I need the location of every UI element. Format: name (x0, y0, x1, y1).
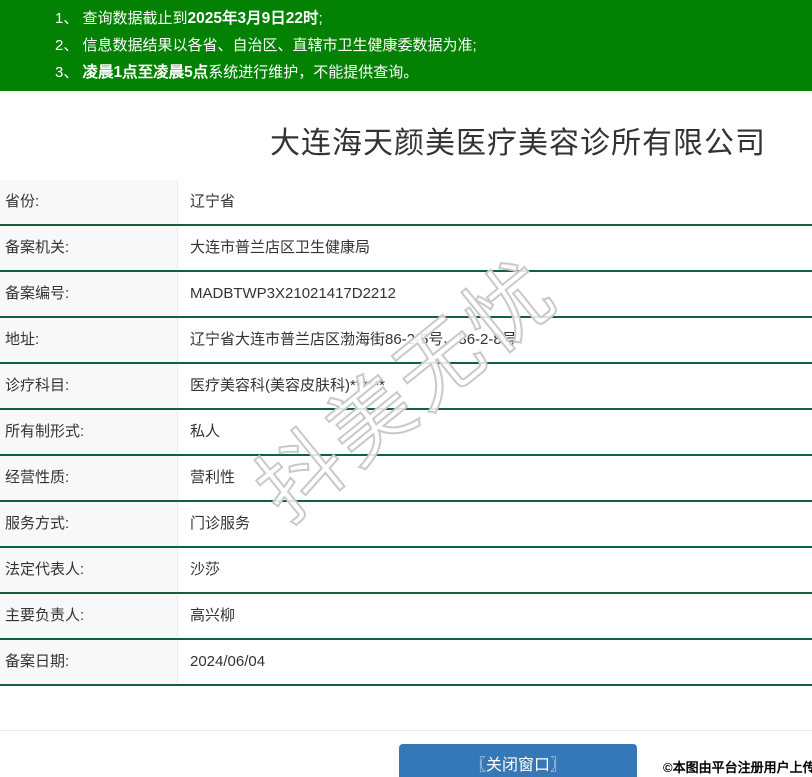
page: 1、 查询数据截止到2025年3月9日22时; 2、 信息数据结果以各省、自治区… (0, 0, 812, 777)
row-value: 医疗美容科(美容皮肤科)****** (190, 377, 386, 394)
page-title: 大连海天颜美医疗美容诊所有限公司 (270, 127, 766, 160)
footer-divider (0, 730, 812, 731)
row-value: MADBTWP3X21021417D2212 (190, 285, 396, 302)
notice-text-bold: 2025年3月9日22时 (187, 10, 319, 27)
content-container: 1、 查询数据截止到2025年3月9日22时; 2、 信息数据结果以各省、自治区… (0, 0, 812, 777)
table-row: 法定代表人: 沙莎 (0, 548, 812, 594)
row-value: 沙莎 (190, 561, 221, 578)
notice-line-3: 3、 凌晨1点至凌晨5点系统进行维护，不能提供查询。 (0, 59, 812, 86)
table-row: 经营性质: 营利性 (0, 456, 812, 502)
table-row: 主要负责人: 高兴柳 (0, 594, 812, 640)
table-row: 所有制形式: 私人 (0, 410, 812, 456)
row-label: 备案编号: (0, 272, 178, 316)
notice-line-2: 2、 信息数据结果以各省、自治区、直辖市卫生健康委数据为准; (0, 32, 812, 59)
table-row: 备案日期: 2024/06/04 (0, 640, 812, 686)
notice-text: ; (318, 10, 323, 27)
info-table: 省份: 辽宁省 备案机关: 大连市普兰店区卫生健康局 备案编号: MADBTWP… (0, 180, 812, 686)
row-label: 省份: (0, 180, 178, 224)
row-label: 备案日期: (0, 640, 178, 684)
upload-attribution-text: ©本图由平台注册用户上传 (663, 760, 812, 775)
table-row: 备案机关: 大连市普兰店区卫生健康局 (0, 226, 812, 272)
row-label: 主要负责人: (0, 594, 178, 638)
row-label: 所有制形式: (0, 410, 178, 454)
notice-text: 1、 查询数据截止到 (55, 10, 188, 27)
row-value: 营利性 (190, 469, 236, 486)
close-window-button[interactable]: 〖关闭窗口〗 (399, 744, 637, 777)
row-value: 辽宁省 (190, 193, 236, 210)
table-row: 服务方式: 门诊服务 (0, 502, 812, 548)
row-label: 备案机关: (0, 226, 178, 270)
row-label: 法定代表人: (0, 548, 178, 592)
row-label: 经营性质: (0, 456, 178, 500)
notice-bar: 1、 查询数据截止到2025年3月9日22时; 2、 信息数据结果以各省、自治区… (0, 0, 812, 91)
notice-line-1: 1、 查询数据截止到2025年3月9日22时; (0, 5, 812, 32)
row-label: 地址: (0, 318, 178, 362)
row-value: 辽宁省大连市普兰店区渤海街86-2-5号、86-2-8号 (190, 331, 517, 348)
table-row: 诊疗科目: 医疗美容科(美容皮肤科)****** (0, 364, 812, 410)
notice-text: 3、 (55, 64, 83, 81)
row-value: 2024/06/04 (190, 653, 266, 670)
row-value: 私人 (190, 423, 221, 440)
table-row: 备案编号: MADBTWP3X21021417D2212 (0, 272, 812, 318)
row-value: 门诊服务 (190, 515, 251, 532)
row-label: 诊疗科目: (0, 364, 178, 408)
notice-text: 系统进行维护，不能提供查询。 (208, 64, 419, 81)
notice-text: 2、 信息数据结果以各省、自治区、直辖市卫生健康委数据为准; (55, 37, 477, 54)
notice-text-bold: 凌晨1点至凌晨5点 (82, 64, 209, 81)
row-value: 高兴柳 (190, 607, 236, 624)
row-value: 大连市普兰店区卫生健康局 (190, 239, 371, 256)
table-row: 地址: 辽宁省大连市普兰店区渤海街86-2-5号、86-2-8号 (0, 318, 812, 364)
table-row: 省份: 辽宁省 (0, 180, 812, 226)
row-label: 服务方式: (0, 502, 178, 546)
